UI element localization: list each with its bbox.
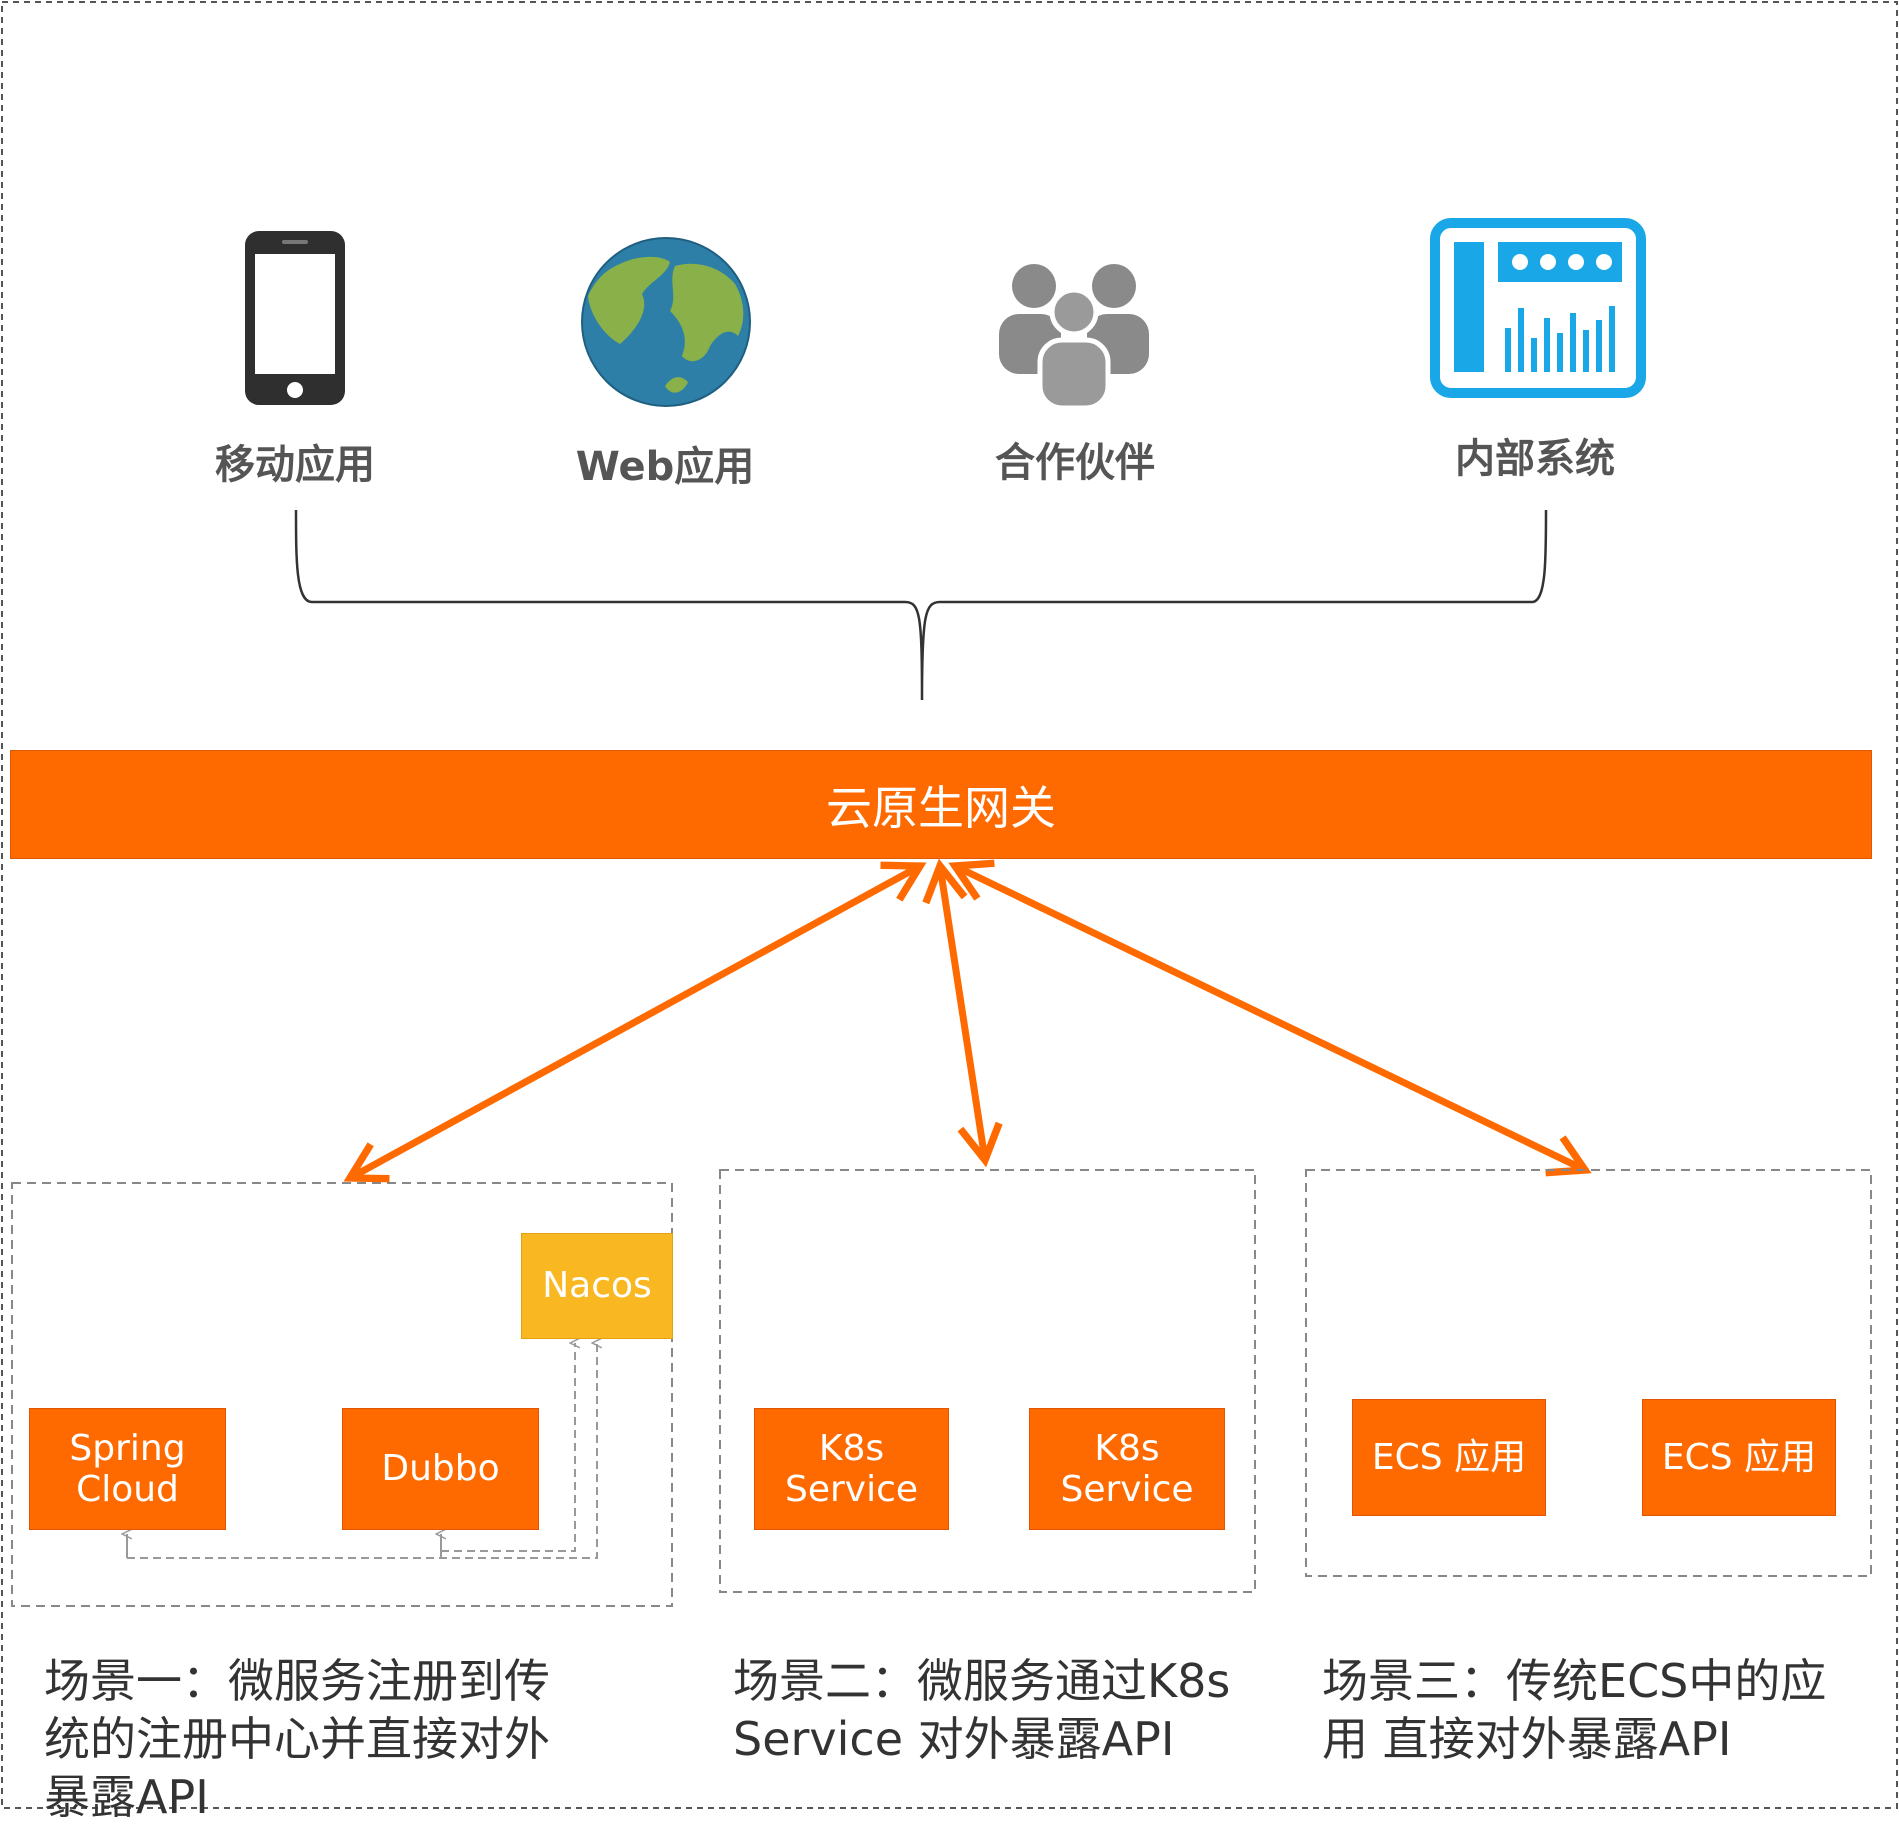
k8s-service-1-label: K8s Service <box>784 1427 919 1510</box>
ecs-app-2-label: ECS 应用 <box>1661 1436 1817 1478</box>
ecs-app-1: ECS 应用 <box>1352 1399 1546 1516</box>
spring-cloud-service: Spring Cloud <box>29 1408 226 1530</box>
arrow-gateway-scenario2 <box>922 858 1003 1168</box>
arrow-gateway-scenario1 <box>343 861 927 1183</box>
dubbo-service: Dubbo <box>342 1408 539 1530</box>
gateway-label: 云原生网关 <box>826 780 1056 835</box>
partners-people-icon <box>996 262 1152 416</box>
diagram-canvas: 移动应用 Web应用 合作伙伴 内部系统 云原生网关 Nacos Spring … <box>0 0 1899 1832</box>
k8s-service-1: K8s Service <box>754 1408 949 1530</box>
globe-icon <box>580 236 752 412</box>
cloud-native-gateway: 云原生网关 <box>10 750 1872 859</box>
client-label-mobile: 移动应用 <box>215 442 375 488</box>
client-label-internal: 内部系统 <box>1455 436 1615 482</box>
dashboard-monitor-icon <box>1430 218 1646 402</box>
clients-brace <box>294 509 1548 701</box>
scenario1-caption: 场景一：微服务注册到传统的注册中心并直接对外暴露API <box>44 1654 550 1824</box>
ecs-app-1-label: ECS 应用 <box>1371 1436 1527 1478</box>
scenario3-caption: 场景三：传统ECS中的应用 直接对外暴露API <box>1322 1654 1827 1766</box>
arrow-gateway-scenario3 <box>948 859 1592 1177</box>
k8s-service-2-label: K8s Service <box>1060 1427 1194 1510</box>
mobile-phone-icon <box>242 228 348 412</box>
spring-cloud-label: Spring Cloud <box>69 1427 186 1510</box>
scenario2-caption: 场景二：微服务通过K8s Service 对外暴露API <box>733 1654 1231 1766</box>
nacos-label: Nacos <box>542 1265 652 1307</box>
client-label-partners: 合作伙伴 <box>995 440 1155 486</box>
nacos-registry: Nacos <box>521 1233 673 1339</box>
dubbo-label: Dubbo <box>381 1448 500 1490</box>
client-label-web: Web应用 <box>575 444 755 490</box>
k8s-service-2: K8s Service <box>1029 1408 1225 1530</box>
ecs-app-2: ECS 应用 <box>1642 1399 1836 1516</box>
